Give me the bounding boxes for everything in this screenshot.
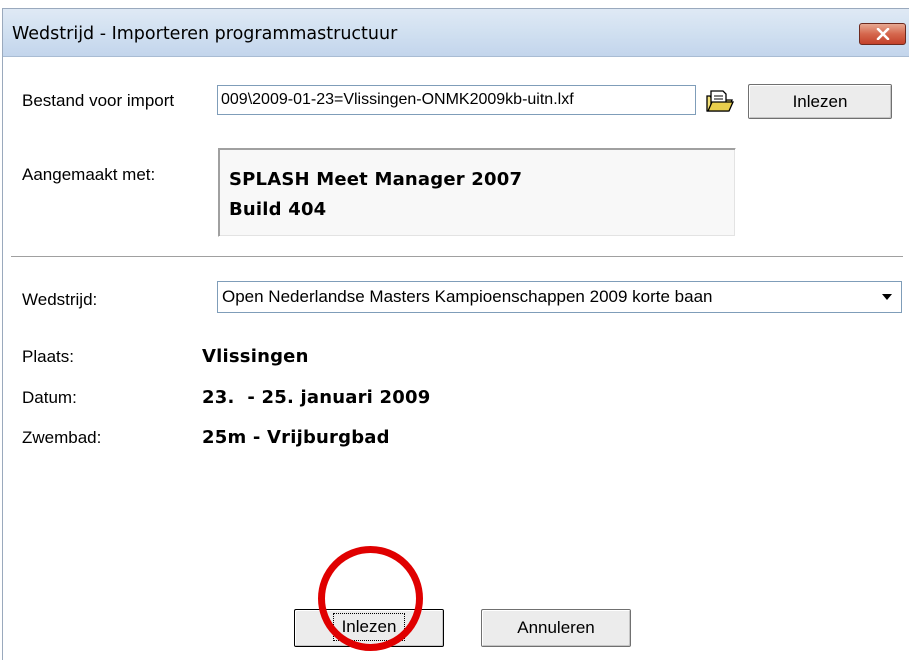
title-bar[interactable]: Wedstrijd - Importeren programmastructuu… (3, 9, 909, 57)
cancel-button-label: Annuleren (517, 618, 595, 637)
separator (11, 256, 903, 258)
file-label-text: Bestand voor import (22, 91, 175, 110)
cancel-button[interactable]: Annuleren (481, 609, 631, 647)
chevron-down-icon (882, 294, 892, 300)
file-path-input[interactable] (217, 85, 696, 115)
created-build: Build 404 (229, 199, 327, 220)
meet-select[interactable]: Open Nederlandse Masters Kampioenschappe… (217, 281, 902, 313)
created-with-box: SPLASH Meet Manager 2007 Build 404 (218, 148, 736, 237)
inlezen-ok-button[interactable]: Inlezen (294, 609, 444, 647)
dropdown-button[interactable] (875, 284, 899, 310)
place-label: Plaats: (22, 347, 74, 366)
file-label: Bestand voor import (22, 91, 174, 111)
meet-label: Wedstrijd: (22, 290, 98, 309)
date-label: Datum: (22, 388, 77, 407)
created-label: Aangemaakt met: (22, 165, 156, 184)
date-value: 23. - 25. januari 2009 (202, 387, 431, 408)
inlezen-file-button-label: Inlezen (792, 92, 848, 111)
window-title: Wedstrijd - Importeren programmastructuu… (12, 24, 398, 44)
pool-value: 25m - Vrijburgbad (202, 427, 390, 448)
close-icon (876, 28, 890, 40)
close-button[interactable] (859, 23, 906, 45)
inlezen-ok-button-label: Inlezen (332, 613, 406, 641)
pool-label: Zwembad: (22, 428, 102, 447)
folder-open-icon (706, 90, 735, 112)
import-dialog: Wedstrijd - Importeren programmastructuu… (2, 8, 909, 660)
place-value: Vlissingen (202, 346, 309, 367)
inlezen-file-button[interactable]: Inlezen (748, 84, 892, 119)
dialog-content: Bestand voor import Inlezen Aangemaakt m… (3, 57, 909, 660)
meet-selected-value: Open Nederlandse Masters Kampioenschappe… (222, 287, 713, 306)
created-app-name: SPLASH Meet Manager 2007 (229, 169, 523, 190)
browse-button[interactable] (702, 87, 736, 115)
